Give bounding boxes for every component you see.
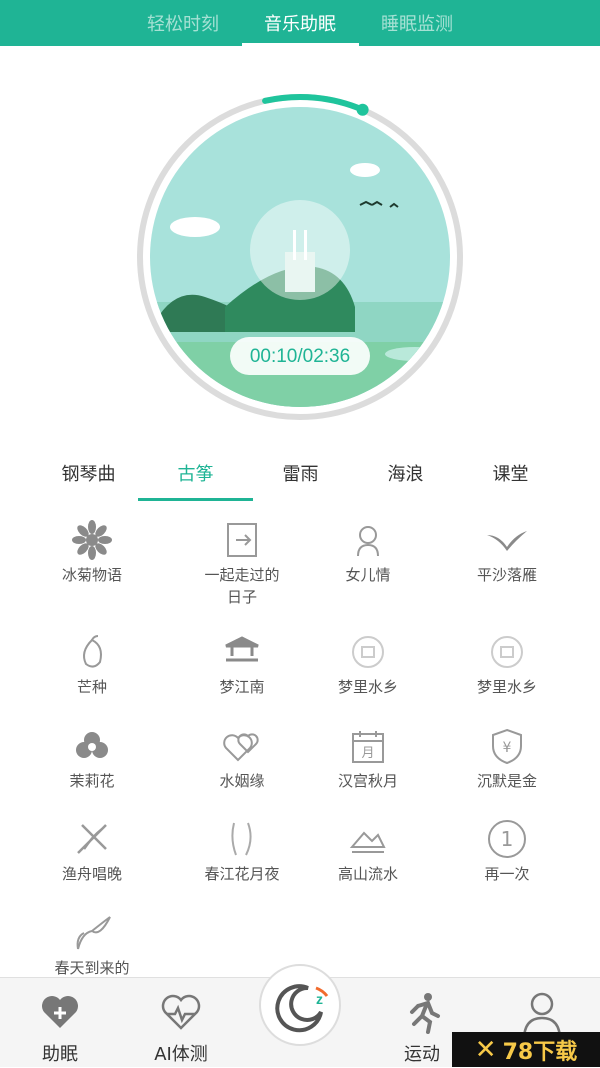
river-lines-icon (220, 817, 264, 861)
tab-sleep-monitor[interactable]: 睡眠监测 (359, 0, 476, 46)
tab-piano[interactable]: 钢琴曲 (36, 445, 141, 501)
girl-icon (346, 518, 390, 562)
watermark-logo: ✕ 78下载 (452, 1032, 600, 1067)
track-label: 平沙落雁 (476, 566, 537, 584)
coin-icon (485, 630, 529, 674)
tab-waves[interactable]: 海浪 (353, 445, 458, 501)
track-label: 梦里水乡 (476, 678, 537, 696)
track-item[interactable]: 梦里水乡 (293, 630, 443, 730)
calendar-moon-icon: 月 (346, 724, 390, 768)
nav-label: AI体测 (154, 1044, 208, 1065)
track-label: 冰菊物语 (61, 566, 122, 584)
running-icon (410, 993, 440, 1034)
category-tabs: 钢琴曲 古筝 雷雨 海浪 课堂 (0, 445, 600, 501)
tab-music-sleep[interactable]: 音乐助眠 (241, 0, 359, 46)
watermark-text: 78下载 (502, 1039, 578, 1065)
track-item[interactable]: ¥ 沉默是金 (432, 724, 582, 824)
nav-label: 助眠 (42, 1044, 78, 1065)
coin-icon (346, 630, 390, 674)
progress-knob[interactable] (356, 103, 369, 116)
track-label: 沉默是金 (476, 772, 537, 790)
track-label: 春天到来的 (54, 959, 130, 977)
nav-sleep-center[interactable]: z (259, 964, 341, 1046)
track-label: 茉莉花 (69, 772, 115, 790)
mountain-water-icon (346, 817, 390, 861)
top-tab-bar: 轻松时刻 音乐助眠 睡眠监测 (0, 0, 600, 46)
track-label: 汉宫秋月 (337, 772, 398, 790)
wild-goose-icon (485, 518, 529, 562)
track-item[interactable]: 冰菊物语 (17, 518, 167, 618)
tab-relax-moment[interactable]: 轻松时刻 (125, 0, 242, 46)
nav-ai-test[interactable]: AI体测 (131, 978, 231, 1068)
track-item[interactable]: 高山流水 (293, 817, 443, 917)
track-label: 高山流水 (337, 865, 398, 883)
track-item[interactable]: 茉莉花 (17, 724, 167, 824)
music-player[interactable]: 00:10/02:36 (135, 92, 465, 422)
tab-classroom[interactable]: 课堂 (458, 445, 563, 501)
jasmine-icon (70, 724, 114, 768)
track-item[interactable]: 芒种 (17, 630, 167, 730)
tab-thunderstorm[interactable]: 雷雨 (248, 445, 353, 501)
svg-text:1: 1 (501, 827, 514, 851)
svg-text:z: z (316, 991, 323, 1007)
nav-sleep-aid[interactable]: 助眠 (10, 978, 110, 1068)
heartbeat-icon (161, 994, 201, 1030)
svg-text:¥: ¥ (503, 740, 512, 756)
shield-yen-icon: ¥ (485, 724, 529, 768)
hearts-icon (220, 724, 264, 768)
playback-time: 00:10/02:36 (250, 346, 350, 367)
track-label: 女儿情 (345, 566, 391, 584)
track-item[interactable]: 月汉宫秋月 (293, 724, 443, 824)
moon-z-icon: z (275, 984, 329, 1033)
track-label: 水姻缘 (219, 772, 265, 790)
track-label: 渔舟唱晚 (61, 865, 122, 883)
track-label: 芒种 (76, 678, 107, 696)
pavilion-icon (220, 630, 264, 674)
door-exit-icon (220, 518, 264, 562)
track-item[interactable]: 1 再一次 (432, 817, 582, 917)
x-logo-icon: ✕ (474, 1034, 497, 1065)
track-item[interactable]: 平沙落雁 (432, 518, 582, 618)
track-label: 梦江南 (219, 678, 265, 696)
nav-label: 运动 (404, 1044, 440, 1065)
track-label: 一起走过的 日子 (204, 566, 280, 606)
mango-icon (70, 630, 114, 674)
track-item[interactable]: 女儿情 (293, 518, 443, 618)
track-label: 梦里水乡 (337, 678, 398, 696)
track-item[interactable]: 渔舟唱晚 (17, 817, 167, 917)
track-label: 再一次 (484, 865, 530, 883)
track-item[interactable]: 梦里水乡 (432, 630, 582, 730)
sprout-icon (70, 911, 114, 955)
tab-guzheng[interactable]: 古筝 (138, 445, 253, 501)
svg-text:月: 月 (361, 746, 374, 761)
boat-oars-icon (70, 817, 114, 861)
heart-plus-icon (42, 996, 78, 1028)
chrysanthemum-icon (70, 518, 114, 562)
number-one-icon: 1 (485, 817, 529, 861)
track-label: 春江花月夜 (204, 865, 280, 883)
